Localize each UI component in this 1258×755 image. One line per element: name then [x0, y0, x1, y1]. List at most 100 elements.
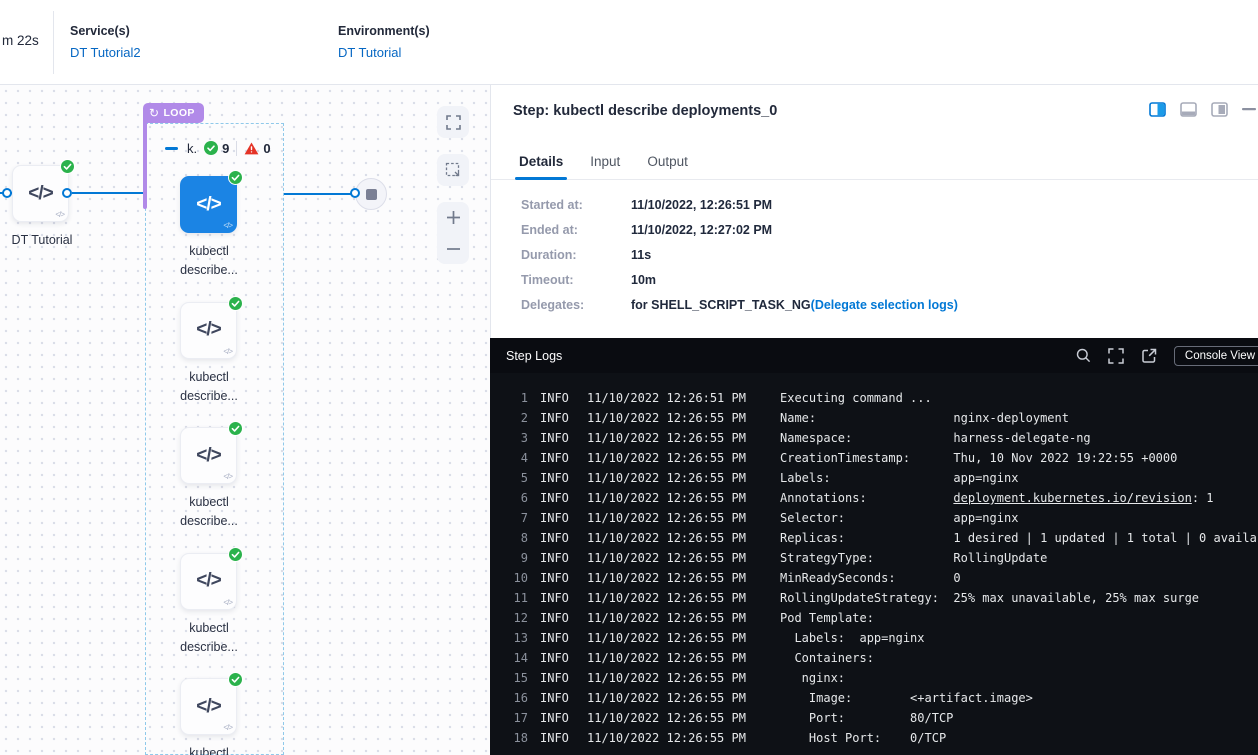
log-annotation-link[interactable]: deployment.kubernetes.io/revision	[953, 491, 1191, 505]
log-line-number: 4	[506, 448, 528, 468]
connector-port[interactable]	[350, 188, 360, 198]
node-label-dt-tutorial: DT Tutorial	[0, 231, 102, 250]
log-line-number: 5	[506, 468, 528, 488]
collapse-group-icon[interactable]	[165, 147, 178, 150]
log-timestamp: 11/10/2022 12:26:55 PM	[587, 508, 780, 528]
console-view-button[interactable]: Console View	[1174, 346, 1258, 366]
canvas-zoom-controls	[437, 202, 469, 264]
log-timestamp: 11/10/2022 12:26:55 PM	[587, 448, 780, 468]
log-message: Host Port: 0/TCP	[780, 728, 1258, 748]
log-level: INFO	[540, 408, 576, 428]
log-line-number: 6	[506, 488, 528, 508]
loop-badge[interactable]: ↻ LOOP	[143, 103, 204, 123]
delegate-selection-logs-link[interactable]: (Delegate selection logs)	[811, 298, 958, 312]
service-link[interactable]: DT Tutorial2	[70, 45, 141, 60]
loop-badge-label: LOOP	[163, 107, 194, 119]
log-message: Namespace: harness-delegate-ng	[780, 428, 1258, 448]
step-logs-panel: Step Logs Console View 1INFO11/10/2022 1…	[490, 338, 1258, 755]
log-timestamp: 11/10/2022 12:26:55 PM	[587, 568, 780, 588]
layout-panel-right-icon[interactable]	[1211, 102, 1228, 117]
tab-output[interactable]: Output	[647, 154, 688, 179]
pipeline-graph-canvas[interactable]: ↻ LOOP k. 9 0 </> </> DT Tutorial </></>…	[0, 85, 490, 755]
log-line: 7INFO11/10/2022 12:26:55 PMSelector: app…	[506, 508, 1258, 528]
zoom-out-button[interactable]	[437, 233, 469, 264]
log-timestamp: 11/10/2022 12:26:55 PM	[587, 688, 780, 708]
panel-layout-controls	[1149, 102, 1256, 117]
execution-header-bar: m 22s Service(s) DT Tutorial2 Environmen…	[0, 0, 1258, 85]
log-line: 4INFO11/10/2022 12:26:55 PMCreationTimes…	[506, 448, 1258, 468]
open-in-new-tab-icon[interactable]	[1141, 348, 1157, 364]
success-status-icon	[228, 421, 243, 436]
log-message: MinReadySeconds: 0	[780, 568, 1258, 588]
code-mini-icon: </>	[223, 598, 232, 607]
connector-port[interactable]	[2, 188, 12, 198]
services-block: Service(s) DT Tutorial2	[70, 24, 141, 60]
detail-value: for SHELL_SCRIPT_TASK_NG	[631, 298, 811, 312]
connector-port[interactable]	[62, 188, 72, 198]
detail-label: Ended at:	[521, 223, 631, 237]
log-timestamp: 11/10/2022 12:26:55 PM	[587, 708, 780, 728]
log-level: INFO	[540, 428, 576, 448]
canvas-fullscreen-button[interactable]	[437, 106, 469, 138]
detail-value: 10m	[631, 273, 656, 287]
code-icon: </>	[196, 194, 220, 216]
code-icon: </>	[196, 696, 220, 718]
log-level: INFO	[540, 728, 576, 748]
detail-label: Duration:	[521, 248, 631, 262]
detail-row: Started at:11/10/2022, 12:26:51 PM	[521, 198, 958, 212]
node-label-kubectl-describe: kubectldescribe...	[149, 493, 269, 531]
code-mini-icon: </>	[223, 347, 232, 356]
log-level: INFO	[540, 648, 576, 668]
log-line-number: 14	[506, 648, 528, 668]
detail-label: Started at:	[521, 198, 631, 212]
log-line: 8INFO11/10/2022 12:26:55 PMReplicas: 1 d…	[506, 528, 1258, 548]
log-line-number: 18	[506, 728, 528, 748]
logs-fullscreen-icon[interactable]	[1108, 348, 1124, 364]
detail-row: Ended at:11/10/2022, 12:27:02 PM	[521, 223, 958, 237]
environment-link[interactable]: DT Tutorial	[338, 45, 430, 60]
log-timestamp: 11/10/2022 12:26:55 PM	[587, 528, 780, 548]
detail-rows: Started at:11/10/2022, 12:26:51 PM Ended …	[521, 198, 958, 323]
log-line: 1INFO11/10/2022 12:26:51 PMExecuting com…	[506, 388, 1258, 408]
environments-block: Environment(s) DT Tutorial	[338, 24, 430, 60]
log-message: Image: <+artifact.image>	[780, 688, 1258, 708]
success-status-icon	[60, 159, 75, 174]
log-timestamp: 11/10/2022 12:26:55 PM	[587, 668, 780, 688]
loop-group-bar	[143, 122, 147, 209]
layout-split-horizontal-icon[interactable]	[1180, 102, 1197, 117]
node-label-kubectl-describe: kubectldescribe...	[149, 744, 269, 755]
log-level: INFO	[540, 548, 576, 568]
pipeline-duration: m 22s	[2, 33, 39, 48]
log-message: Annotations: deployment.kubernetes.io/re…	[780, 488, 1258, 508]
log-level: INFO	[540, 708, 576, 728]
log-timestamp: 11/10/2022 12:26:51 PM	[587, 388, 780, 408]
success-count-icon	[204, 141, 218, 155]
layout-split-vertical-icon[interactable]	[1149, 102, 1166, 117]
code-icon: </>	[196, 319, 220, 341]
log-message: Replicas: 1 desired | 1 updated | 1 tota…	[780, 528, 1258, 548]
log-line: 14INFO11/10/2022 12:26:55 PM Containers:	[506, 648, 1258, 668]
search-icon[interactable]	[1076, 348, 1091, 363]
detail-row: Timeout:10m	[521, 273, 958, 287]
log-level: INFO	[540, 468, 576, 488]
detail-row: Delegates:for SHELL_SCRIPT_TASK_NG (Dele…	[521, 298, 958, 312]
logs-console[interactable]: 1INFO11/10/2022 12:26:51 PMExecuting com…	[490, 373, 1258, 755]
tab-details[interactable]: Details	[519, 154, 563, 179]
log-line-number: 13	[506, 628, 528, 648]
detail-value: 11/10/2022, 12:27:02 PM	[631, 223, 772, 237]
log-line: 5INFO11/10/2022 12:26:55 PMLabels: app=n…	[506, 468, 1258, 488]
log-timestamp: 11/10/2022 12:26:55 PM	[587, 588, 780, 608]
log-line-number: 12	[506, 608, 528, 628]
zoom-in-button[interactable]	[437, 202, 469, 233]
log-message: Name: nginx-deployment	[780, 408, 1258, 428]
canvas-fit-view-button[interactable]	[437, 154, 469, 186]
log-level: INFO	[540, 588, 576, 608]
log-line: 2INFO11/10/2022 12:26:55 PMName: nginx-d…	[506, 408, 1258, 428]
minimize-panel-icon[interactable]	[1242, 108, 1256, 111]
log-line: 18INFO11/10/2022 12:26:55 PM Host Port: …	[506, 728, 1258, 748]
log-line-number: 2	[506, 408, 528, 428]
log-line-number: 15	[506, 668, 528, 688]
tab-input[interactable]: Input	[590, 154, 620, 179]
log-line: 13INFO11/10/2022 12:26:55 PM Labels: app…	[506, 628, 1258, 648]
code-mini-icon: </>	[223, 472, 232, 481]
